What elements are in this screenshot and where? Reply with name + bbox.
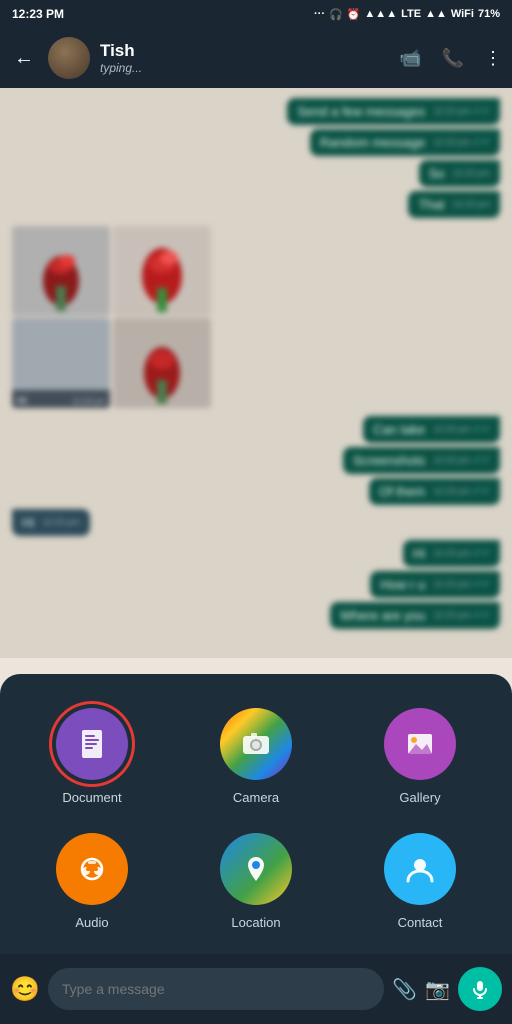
message-out-8: Hi 12:23 pm ✓✓ (403, 540, 500, 567)
header-actions: 📹 📞 ⋮ (399, 48, 502, 69)
image-cell-3: Hi 12:23 pm (12, 318, 110, 408)
status-icons: ··· 🎧 ⏰ ▲▲▲ LTE ▲▲ WiFi 71% (314, 8, 500, 21)
avatar (48, 37, 90, 79)
location-icon-circle (220, 833, 292, 905)
attach-camera[interactable]: Camera (220, 708, 292, 805)
contact-status: typing... (100, 61, 389, 75)
document-label: Document (62, 790, 121, 805)
status-time: 12:23 PM (12, 7, 64, 21)
video-call-icon[interactable]: 📹 (399, 48, 421, 69)
attachment-icon[interactable]: 📎 (392, 977, 417, 1002)
attachment-panel: Document Camera Gallery (0, 674, 512, 954)
attach-contact[interactable]: Contact (384, 833, 456, 930)
status-bar: 12:23 PM ··· 🎧 ⏰ ▲▲▲ LTE ▲▲ WiFi 71% (0, 0, 512, 28)
attach-location[interactable]: Location (220, 833, 292, 930)
audio-label: Audio (75, 915, 108, 930)
message-out-7: Of them 12:23 pm ✓✓ (369, 478, 500, 505)
contact-label: Contact (398, 915, 443, 930)
svg-text:Hi: Hi (17, 396, 26, 407)
more-options-icon[interactable]: ⋮ (484, 48, 502, 69)
audio-icon-circle (56, 833, 128, 905)
svg-text:12:23 pm: 12:23 pm (72, 397, 106, 406)
image-grid: Hi 12:23 pm (12, 226, 212, 408)
document-icon-circle (56, 708, 128, 780)
image-cell-4 (113, 318, 211, 408)
message-out-4: That 12:23 pm (408, 191, 500, 218)
image-cell-1 (12, 226, 110, 316)
camera-icon-circle (220, 708, 292, 780)
message-out-6: Screenshots 12:23 pm ✓✓ (343, 447, 500, 474)
message-out-10: Where are you 12:23 pm ✓✓ (330, 602, 500, 629)
contact-icon-circle (384, 833, 456, 905)
camera-label: Camera (233, 790, 279, 805)
attach-gallery[interactable]: Gallery (384, 708, 456, 805)
call-icon[interactable]: 📞 (442, 48, 464, 69)
emoji-button[interactable]: 😊 (10, 975, 40, 1004)
message-input[interactable] (48, 968, 384, 1010)
message-out-3: So 12:23 pm (419, 160, 500, 187)
messages-list: Send a few messages 12:22 pm ✓✓ Random m… (0, 88, 512, 658)
message-in-1: Hi 12:23 pm (12, 509, 90, 536)
contact-info: Tish typing... (100, 41, 389, 75)
gallery-label: Gallery (399, 790, 440, 805)
back-button[interactable]: ← (10, 43, 38, 74)
attach-document[interactable]: Document (56, 708, 128, 805)
chat-header: ← Tish typing... 📹 📞 ⋮ (0, 28, 512, 88)
message-out-2: Random message 12:23 pm ✓✓ (310, 129, 500, 156)
gallery-icon-circle (384, 708, 456, 780)
bottom-bar: 😊 📎 📷 (0, 954, 512, 1024)
mic-button[interactable] (458, 967, 502, 1011)
attach-audio[interactable]: Audio (56, 833, 128, 930)
message-out-1: Send a few messages 12:22 pm ✓✓ (287, 98, 500, 125)
message-out-5: Can take 12:23 pm ✓✓ (363, 416, 500, 443)
contact-name: Tish (100, 41, 389, 61)
image-cell-2 (113, 226, 211, 316)
chat-area: Send a few messages 12:22 pm ✓✓ Random m… (0, 88, 512, 658)
location-label: Location (231, 915, 280, 930)
camera-button[interactable]: 📷 (425, 977, 450, 1002)
time-display: 12:23 PM (12, 7, 64, 21)
message-out-9: How r u 12:23 pm ✓✓ (370, 571, 500, 598)
